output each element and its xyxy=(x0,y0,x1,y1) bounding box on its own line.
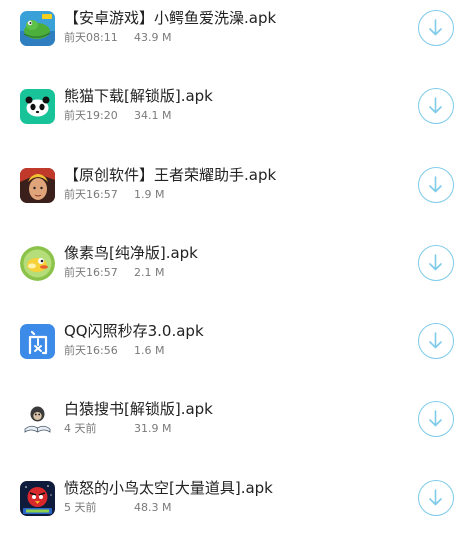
app-size: 2.1 M xyxy=(134,266,165,279)
app-meta: 4 天前 31.9 M xyxy=(64,422,171,436)
app-download-list: 【安卓游戏】小鳄鱼爱洗澡.apk 前天08:11 43.9 M 熊猫下载[解锁版… xyxy=(0,0,472,540)
flappy-bird-icon xyxy=(20,246,55,281)
download-button[interactable] xyxy=(418,88,454,124)
app-meta: 前天08:11 43.9 M xyxy=(64,31,171,45)
list-item[interactable]: 像素鸟[纯净版].apk 前天16:57 2.1 M xyxy=(0,235,472,295)
list-item[interactable]: 【原创软件】王者荣耀助手.apk 前天16:57 1.9 M xyxy=(0,157,472,217)
download-arrow-icon xyxy=(429,332,442,349)
download-button[interactable] xyxy=(418,245,454,281)
app-title: 【原创软件】王者荣耀助手.apk xyxy=(64,166,277,184)
app-size: 34.1 M xyxy=(134,109,172,122)
download-arrow-icon xyxy=(429,254,442,271)
app-title: 白猿搜书[解锁版].apk xyxy=(64,400,213,418)
app-meta: 前天16:56 1.6 M xyxy=(64,344,164,358)
app-meta: 前天16:57 1.9 M xyxy=(64,188,164,202)
app-time: 前天16:57 xyxy=(64,266,118,279)
crocodile-game-icon xyxy=(20,11,55,46)
app-size: 31.9 M xyxy=(134,422,172,435)
app-time: 前天16:56 xyxy=(64,344,118,357)
list-item[interactable]: 熊猫下载[解锁版].apk 前天19:20 34.1 M xyxy=(0,78,472,138)
download-button[interactable] xyxy=(418,167,454,203)
download-arrow-icon xyxy=(429,410,442,427)
app-time: 前天19:20 xyxy=(64,109,118,122)
download-button[interactable] xyxy=(418,480,454,516)
app-title: 像素鸟[纯净版].apk xyxy=(64,244,198,262)
app-time: 前天16:57 xyxy=(64,188,118,201)
download-button[interactable] xyxy=(418,10,454,46)
app-time: 4 天前 xyxy=(64,422,97,435)
app-size: 48.3 M xyxy=(134,501,172,514)
app-title: 愤怒的小鸟太空[大量道具].apk xyxy=(64,479,273,497)
app-size: 1.6 M xyxy=(134,344,165,357)
app-time: 前天08:11 xyxy=(64,31,118,44)
angry-birds-space-icon xyxy=(20,481,55,516)
app-title: QQ闪照秒存3.0.apk xyxy=(64,322,204,340)
download-button[interactable] xyxy=(418,323,454,359)
app-meta: 前天19:20 34.1 M xyxy=(64,109,171,123)
app-size: 1.9 M xyxy=(134,188,165,201)
list-item[interactable]: 白猿搜书[解锁版].apk 4 天前 31.9 M xyxy=(0,391,472,451)
ape-reading-icon xyxy=(20,402,55,437)
download-arrow-icon xyxy=(429,97,442,114)
flash-char-icon xyxy=(20,324,55,359)
app-meta: 5 天前 48.3 M xyxy=(64,501,171,515)
download-arrow-icon xyxy=(429,19,442,36)
app-size: 43.9 M xyxy=(134,31,172,44)
app-title: 熊猫下载[解锁版].apk xyxy=(64,87,213,105)
download-button[interactable] xyxy=(418,401,454,437)
hero-avatar-icon xyxy=(20,168,55,203)
list-item[interactable]: QQ闪照秒存3.0.apk 前天16:56 1.6 M xyxy=(0,313,472,373)
download-arrow-icon xyxy=(429,176,442,193)
list-item[interactable]: 【安卓游戏】小鳄鱼爱洗澡.apk 前天08:11 43.9 M xyxy=(0,0,472,60)
panda-icon xyxy=(20,89,55,124)
app-meta: 前天16:57 2.1 M xyxy=(64,266,164,280)
app-time: 5 天前 xyxy=(64,501,97,514)
download-arrow-icon xyxy=(429,489,442,506)
list-item[interactable]: 愤怒的小鸟太空[大量道具].apk 5 天前 48.3 M xyxy=(0,470,472,530)
app-title: 【安卓游戏】小鳄鱼爱洗澡.apk xyxy=(64,9,277,27)
